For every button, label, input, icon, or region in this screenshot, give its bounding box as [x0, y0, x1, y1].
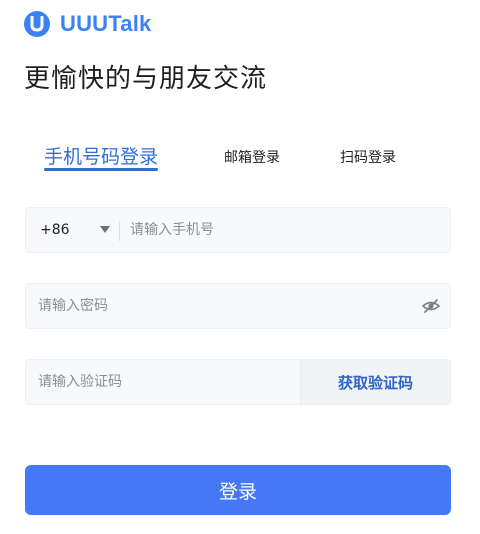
verification-code-field: 获取验证码 — [25, 359, 451, 405]
phone-input[interactable] — [130, 208, 440, 252]
country-code-value: +86 — [40, 222, 70, 238]
tab-phone-login-label: 手机号码登录 — [44, 146, 159, 168]
verification-code-input[interactable] — [38, 360, 298, 404]
tab-email-login[interactable]: 邮箱登录 — [224, 147, 280, 181]
password-field — [25, 283, 451, 329]
tab-phone-login[interactable]: 手机号码登录 — [44, 142, 159, 176]
login-button[interactable]: 登录 — [25, 465, 451, 515]
uuutalk-logo-icon — [24, 11, 50, 37]
active-tab-indicator — [44, 168, 159, 171]
brand: UUUTalk — [24, 8, 151, 40]
get-code-button[interactable]: 获取验证码 — [300, 360, 450, 404]
caret-down-icon — [100, 226, 110, 233]
page-headline: 更愉快的与朋友交流 — [24, 64, 268, 94]
login-page: UUUTalk 更愉快的与朋友交流 手机号码登录 邮箱登录 扫码登录 +86 请… — [0, 0, 480, 534]
field-divider — [119, 221, 120, 241]
tab-email-login-label: 邮箱登录 — [224, 150, 280, 166]
country-code-select[interactable]: +86 — [40, 208, 120, 252]
brand-name: UUUTalk — [60, 11, 152, 36]
login-tabs: 手机号码登录 邮箱登录 扫码登录 — [44, 142, 444, 176]
password-input[interactable] — [38, 284, 418, 328]
tab-scan-login-label: 扫码登录 — [340, 150, 396, 166]
eye-off-icon[interactable] — [421, 298, 441, 314]
tab-scan-login[interactable]: 扫码登录 — [340, 147, 396, 181]
phone-field: +86 — [25, 207, 451, 253]
